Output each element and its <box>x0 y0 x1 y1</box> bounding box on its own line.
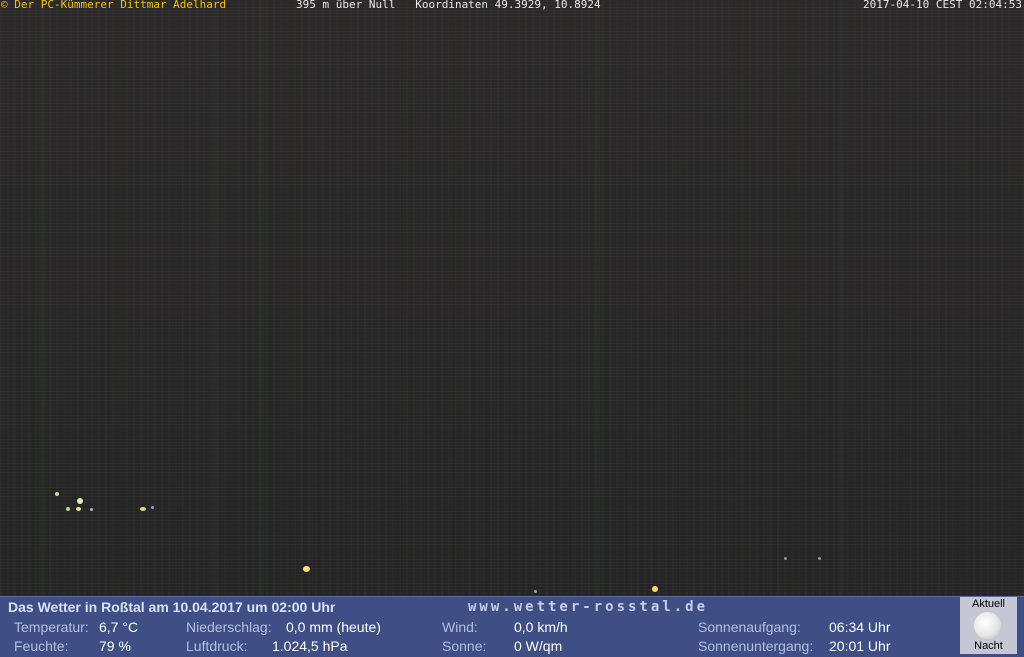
distant-light <box>534 590 537 593</box>
temperature-label: Temperatur: <box>14 619 89 635</box>
distant-light <box>55 492 59 496</box>
weather-panel: Das Wetter in Roßtal am 10.04.2017 um 02… <box>0 596 1024 657</box>
distant-light <box>303 566 310 572</box>
location-caption: 395 m über Null Koordinaten 49.3929, 10.… <box>296 0 601 11</box>
humidity-value: 79 % <box>99 638 131 654</box>
distant-light <box>784 557 787 560</box>
precipitation-value: 0,0 mm (heute) <box>286 619 381 635</box>
moon-icon <box>974 612 1001 639</box>
sunrise-value: 06:34 Uhr <box>829 619 891 635</box>
moon-label-current: Aktuell <box>971 598 1006 610</box>
weather-title: Das Wetter in Roßtal am 10.04.2017 um 02… <box>8 599 336 615</box>
image-noise-streak <box>838 0 844 596</box>
sunrise-label: Sonnenaufgang: <box>698 619 801 635</box>
image-noise-streak <box>594 0 600 596</box>
wind-label: Wind: <box>442 619 478 635</box>
humidity-label: Feuchte: <box>14 638 69 654</box>
distant-light <box>652 586 658 592</box>
image-noise-streak <box>212 0 218 596</box>
distant-light <box>77 498 83 504</box>
distant-light <box>151 506 154 509</box>
sun-value: 0 W/qm <box>514 638 563 654</box>
sunset-label: Sonnenuntergang: <box>698 638 814 654</box>
moon-phase-box: Aktuell Nacht <box>960 597 1017 654</box>
website-link[interactable]: www.wetter-rosstal.de <box>468 599 708 615</box>
sunset-value: 20:01 Uhr <box>829 638 891 654</box>
sun-label: Sonne: <box>442 638 487 654</box>
distant-light <box>76 507 81 511</box>
distant-light <box>140 507 146 511</box>
distant-light <box>90 508 93 511</box>
temperature-value: 6,7 °C <box>99 619 139 635</box>
webcam-image: © Der PC-Kümmerer Dittmar Adelhard 395 m… <box>0 0 1024 596</box>
copyright-caption: © Der PC-Kümmerer Dittmar Adelhard <box>1 0 227 11</box>
precipitation-label: Niederschlag: <box>186 619 272 635</box>
pressure-label: Luftdruck: <box>186 638 248 654</box>
distant-light <box>818 557 821 560</box>
image-noise-streak <box>40 0 46 596</box>
image-noise-streak <box>258 0 264 596</box>
distant-light <box>66 507 70 511</box>
pressure-value: 1.024,5 hPa <box>272 638 348 654</box>
timestamp-caption: 2017-04-10 CEST 02:04:53 <box>863 0 1022 11</box>
wind-value: 0,0 km/h <box>514 619 568 635</box>
moon-label-night: Nacht <box>974 640 1003 652</box>
